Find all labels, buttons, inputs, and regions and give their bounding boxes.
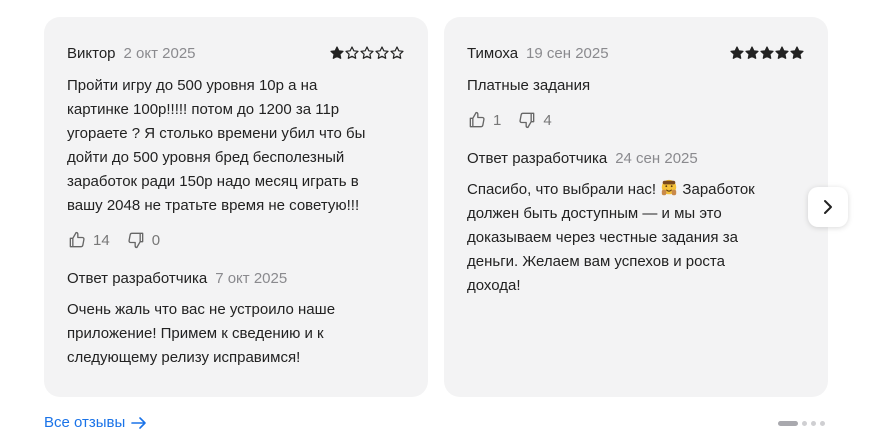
reply-text-line: должен быть доступным — и мы это bbox=[467, 205, 722, 222]
pagination-dot[interactable] bbox=[820, 421, 825, 426]
reply-text-line: следующему релизу исправимся! bbox=[67, 349, 301, 366]
reply-text-line: приложение! Примем к сведению и к bbox=[67, 325, 324, 342]
review-header: Виктор 2 окт 2025 bbox=[67, 43, 404, 63]
dislike-button[interactable]: 4 bbox=[517, 110, 552, 130]
star-icon bbox=[390, 46, 404, 59]
pagination-dot[interactable] bbox=[778, 421, 798, 426]
review-text-line: угораете ? Я столько времени убил что бы bbox=[67, 125, 366, 142]
review-text-line: картинке 100р!!!!! потом до 1200 за 11р bbox=[67, 101, 340, 118]
chevron-right-icon bbox=[824, 200, 832, 214]
pagination-dot[interactable] bbox=[811, 421, 816, 426]
thumb-down-icon bbox=[519, 112, 535, 129]
thumb-up-icon bbox=[469, 111, 485, 128]
review-author: Тимоха bbox=[467, 44, 519, 62]
reply-text-fragment: Заработок bbox=[678, 181, 755, 198]
developer-reply-date: 24 сен 2025 bbox=[615, 149, 698, 167]
review-votes: 1 4 bbox=[467, 110, 804, 130]
dislike-count: 0 bbox=[151, 231, 161, 249]
developer-reply-header: Ответ разработчика 7 окт 2025 bbox=[67, 268, 404, 288]
hugging-face-emoji bbox=[662, 179, 677, 196]
review-card: Тимоха 19 сен 2025 Платные задания 1 4 О… bbox=[444, 17, 828, 397]
review-author: Виктор bbox=[67, 44, 116, 62]
carousel-pagination bbox=[778, 421, 825, 426]
thumb-down-icon bbox=[128, 232, 144, 249]
all-reviews-label: Все отзывы bbox=[44, 414, 126, 431]
review-text-line: дойти до 500 уровня бред бесполезный bbox=[67, 149, 345, 166]
star-icon bbox=[730, 46, 744, 59]
review-date: 19 сен 2025 bbox=[526, 44, 609, 62]
pagination-dot[interactable] bbox=[802, 421, 807, 426]
reply-text-line: Очень жаль что вас не устроило наше bbox=[67, 301, 336, 318]
like-button[interactable]: 14 bbox=[67, 230, 110, 250]
review-votes: 14 0 bbox=[67, 230, 404, 250]
developer-reply-header: Ответ разработчика 24 сен 2025 bbox=[467, 148, 804, 168]
dislike-count: 4 bbox=[543, 111, 552, 129]
star-icon bbox=[345, 46, 359, 59]
developer-reply-title: Ответ разработчика bbox=[67, 269, 208, 287]
review-text: Пройти игру до 500 уровня 10р а на карти… bbox=[67, 74, 404, 218]
reply-text-line: дохода! bbox=[467, 277, 521, 294]
like-button[interactable]: 1 bbox=[467, 110, 501, 130]
star-icon bbox=[775, 46, 789, 59]
star-icon bbox=[360, 46, 374, 59]
review-text-line: заработок ради 150р надо месяц играть в bbox=[67, 173, 359, 190]
review-text-line: вашу 2048 не тратьте время не советую!!! bbox=[67, 197, 360, 214]
developer-reply-text: Спасибо, что выбрали нас! Заработок долж… bbox=[467, 178, 804, 298]
reply-text-line: деньги. Желаем вам успехов и роста bbox=[467, 253, 725, 270]
like-count: 1 bbox=[493, 111, 502, 129]
rating-stars bbox=[330, 46, 404, 60]
star-icon bbox=[330, 46, 344, 59]
rating-stars bbox=[730, 46, 804, 60]
carousel-next-button[interactable] bbox=[808, 187, 848, 227]
reply-text-line: доказываем через честные задания за bbox=[467, 229, 738, 246]
arrow-right-icon bbox=[131, 416, 147, 429]
developer-reply-text: Очень жаль что вас не устроило наше прил… bbox=[67, 298, 404, 370]
star-icon bbox=[760, 46, 774, 59]
review-text-line: Платные задания bbox=[467, 77, 591, 94]
like-count: 14 bbox=[93, 231, 110, 249]
reply-text-fragment: Спасибо, что выбрали нас! bbox=[467, 181, 661, 198]
review-card: Виктор 2 окт 2025 Пройти игру до 500 уро… bbox=[44, 17, 428, 397]
review-header: Тимоха 19 сен 2025 bbox=[467, 43, 804, 63]
star-icon bbox=[745, 46, 759, 59]
developer-reply-title: Ответ разработчика bbox=[467, 149, 608, 167]
review-text: Платные задания bbox=[467, 74, 804, 98]
dislike-button[interactable]: 0 bbox=[126, 230, 160, 250]
reply-text-line: Спасибо, что выбрали нас! Заработок bbox=[467, 178, 804, 202]
all-reviews-link[interactable]: Все отзывы bbox=[44, 414, 147, 431]
review-date: 2 окт 2025 bbox=[123, 44, 196, 62]
star-icon bbox=[790, 46, 804, 59]
review-text-line: Пройти игру до 500 уровня 10р а на bbox=[67, 77, 318, 94]
developer-reply-date: 7 окт 2025 bbox=[215, 269, 288, 287]
star-icon bbox=[375, 46, 389, 59]
thumb-up-icon bbox=[69, 231, 85, 248]
